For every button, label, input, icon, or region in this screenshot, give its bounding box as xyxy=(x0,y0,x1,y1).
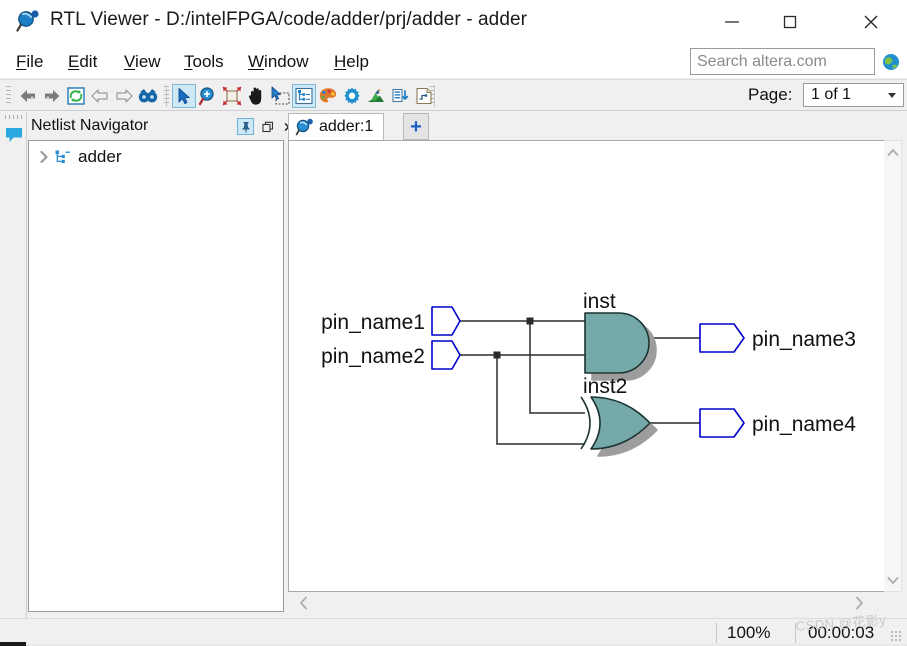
menu-view-rest: iew xyxy=(135,52,161,71)
zoom-level: 100% xyxy=(727,623,771,642)
resize-grip[interactable] xyxy=(890,630,903,643)
xor-extra-arc xyxy=(580,396,591,450)
refresh-icon[interactable] xyxy=(64,84,88,108)
schematic-drawing: pin_name1 pin_name2 inst inst2 pin_name3 xyxy=(321,290,856,450)
hand-pan-icon[interactable] xyxy=(244,84,268,108)
menu-view[interactable]: View xyxy=(118,50,167,74)
add-tab-button[interactable]: + xyxy=(403,113,429,140)
output-pin-4[interactable] xyxy=(699,408,745,438)
status-separator-2 xyxy=(795,623,796,643)
title-bar: RTL Viewer - D:/intelFPGA/code/adder/prj… xyxy=(0,0,907,44)
output-pin-3-label: pin_name3 xyxy=(752,328,856,351)
output-pin-3[interactable] xyxy=(699,323,745,353)
and-gate-inst[interactable] xyxy=(584,312,650,374)
menu-edit-rest: dit xyxy=(79,52,98,71)
wire-group xyxy=(460,320,700,445)
find-icon[interactable] xyxy=(136,84,160,108)
netlist-navigator-title: Netlist Navigator xyxy=(31,117,149,134)
tab-adder-1[interactable]: adder:1 xyxy=(288,113,385,140)
color-palette-icon[interactable] xyxy=(316,84,340,108)
chevron-down-icon[interactable] xyxy=(884,571,902,589)
window-title: RTL Viewer - D:/intelFPGA/code/adder/prj… xyxy=(50,9,528,30)
menu-tools[interactable]: Tools xyxy=(178,50,230,74)
minimize-button[interactable] xyxy=(709,0,755,44)
netlist-navigator-header: Netlist Navigator xyxy=(28,114,292,140)
xor-gate-inst2[interactable] xyxy=(590,396,651,450)
maximize-button[interactable] xyxy=(767,0,813,44)
gear-settings-icon[interactable] xyxy=(340,84,364,108)
menu-file-rest: ile xyxy=(26,52,44,71)
restore-icon[interactable] xyxy=(259,118,276,135)
menu-window-rest: indow xyxy=(264,52,309,71)
rtl-viewer-window: RTL Viewer - D:/intelFPGA/code/adder/prj… xyxy=(0,0,907,646)
tree-item-label: adder xyxy=(78,147,122,166)
hierarchy-down-icon[interactable] xyxy=(388,84,412,108)
menu-help[interactable]: Help xyxy=(328,50,375,74)
go-down-icon[interactable] xyxy=(112,84,136,108)
menu-window[interactable]: Window xyxy=(242,50,314,74)
page-label: Page: xyxy=(748,85,793,104)
go-up-icon[interactable] xyxy=(88,84,112,108)
export-schematic-icon[interactable] xyxy=(412,84,436,108)
toolbar-separator-1 xyxy=(166,85,167,107)
menu-edit[interactable]: Edit xyxy=(62,50,103,74)
menu-help-rest: elp xyxy=(346,52,369,71)
tab-strip: adder:1 + xyxy=(288,113,891,140)
window-bottom-left-corner xyxy=(0,642,26,646)
probe-icon[interactable] xyxy=(364,84,388,108)
tab-label: adder:1 xyxy=(319,118,374,135)
netlist-tree: adder xyxy=(28,140,284,612)
gate-inst2-label: inst2 xyxy=(583,375,627,398)
toolbar-grip-1[interactable] xyxy=(6,86,11,106)
page-combo[interactable]: 1 of 1 xyxy=(803,83,904,107)
message-bubble-icon[interactable] xyxy=(4,126,24,144)
chevron-up-icon[interactable] xyxy=(884,143,902,161)
status-bar: 100% 00:00:03 xyxy=(0,618,907,646)
gate-inst-label: inst xyxy=(583,290,616,313)
wire-junctions xyxy=(493,317,534,359)
menu-file[interactable]: File xyxy=(10,50,49,74)
close-button[interactable] xyxy=(848,0,894,44)
search-box[interactable] xyxy=(690,48,875,75)
pin-icon[interactable] xyxy=(237,118,254,135)
rtl-viewer-icon xyxy=(16,10,42,34)
left-strip-grip[interactable] xyxy=(5,115,22,119)
menu-tools-rest: ools xyxy=(192,52,224,71)
netlist-navigator-icon[interactable] xyxy=(292,84,316,108)
page-combo-value: 1 of 1 xyxy=(811,86,852,103)
select-arrow-icon[interactable] xyxy=(172,84,196,108)
search-input[interactable] xyxy=(691,49,874,74)
rtl-viewer-icon xyxy=(295,118,315,137)
left-dock-strip xyxy=(0,112,27,618)
chevron-right-icon[interactable] xyxy=(849,592,869,614)
elapsed-time: 00:00:03 xyxy=(808,623,875,642)
input-pin-1-label: pin_name1 xyxy=(321,311,425,334)
chevron-right-icon[interactable] xyxy=(35,148,53,166)
input-pin-1[interactable] xyxy=(431,306,461,336)
schematic-canvas[interactable]: pin_name1 pin_name2 inst inst2 pin_name3 xyxy=(288,140,891,592)
tree-item-adder[interactable]: adder xyxy=(29,145,283,169)
forward-icon[interactable] xyxy=(40,84,64,108)
input-pin-2-label: pin_name2 xyxy=(321,345,425,368)
zoom-icon[interactable] xyxy=(196,84,220,108)
chevron-down-icon xyxy=(888,93,896,98)
module-icon xyxy=(53,148,73,166)
input-pin-2[interactable] xyxy=(431,340,461,370)
chevron-left-icon[interactable] xyxy=(294,592,314,614)
canvas-horizontal-scrollbar[interactable] xyxy=(288,592,891,614)
back-icon[interactable] xyxy=(16,84,40,108)
rubber-band-select-icon[interactable] xyxy=(268,84,292,108)
status-separator-1 xyxy=(716,623,717,643)
globe-icon[interactable] xyxy=(882,53,900,71)
output-pin-4-label: pin_name4 xyxy=(752,413,856,436)
canvas-vertical-scrollbar[interactable] xyxy=(884,140,902,592)
toolbar-separator-2 xyxy=(434,85,435,107)
fit-in-window-icon[interactable] xyxy=(220,84,244,108)
netlist-navigator-panel: Netlist Navigator adder xyxy=(28,114,292,614)
